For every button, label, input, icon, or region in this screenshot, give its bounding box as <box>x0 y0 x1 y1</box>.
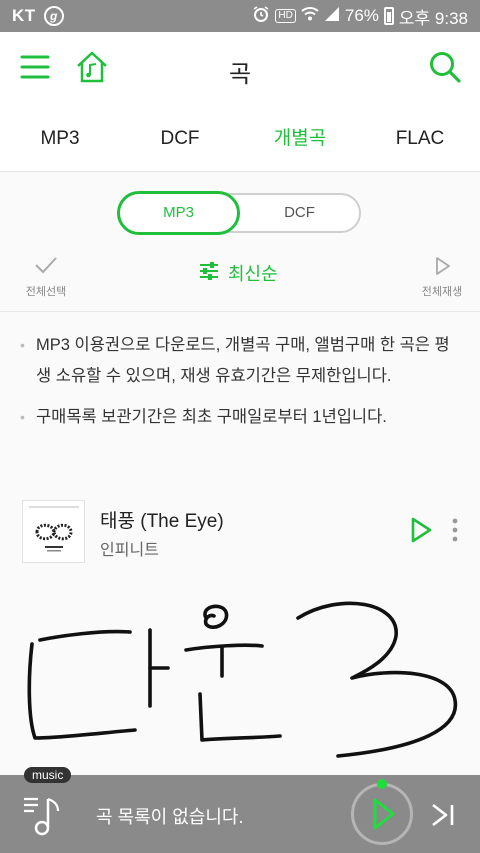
mini-player: music 곡 목록이 없습니다. <box>0 767 480 853</box>
select-all-button[interactable]: 전체선택 <box>14 256 78 299</box>
handwriting-drawing <box>0 588 480 788</box>
check-icon <box>33 257 59 280</box>
song-title: 태풍 (The Eye) <box>100 511 224 532</box>
music-badge: music <box>24 767 72 783</box>
carrier-label: KT <box>12 6 36 25</box>
clock: 오후 9:38 <box>398 8 468 28</box>
play-all-button[interactable]: 전체재생 <box>412 256 472 299</box>
toggle-mp3[interactable]: MP3 <box>117 191 240 235</box>
play-all-label: 전체재생 <box>421 286 463 298</box>
search-icon[interactable] <box>428 50 462 84</box>
song-row[interactable]: 태풍 (The Eye) 인피니트 <box>0 498 480 566</box>
battery-percent: 76% <box>344 6 379 25</box>
wifi-icon <box>301 6 319 27</box>
battery-icon <box>383 7 394 25</box>
content-area: MP3 DCF 전체선택 최신순 전체재생 MP3 이용권으로 다운로드, 개별… <box>0 172 480 812</box>
status-bar: KT g HD 76% 오후 9:38 <box>0 0 480 32</box>
notice-list: MP3 이용권으로 다운로드, 개별곡 구매, 앨범구매 한 곡은 평생 소유할… <box>20 330 460 443</box>
app-header: 곡 <box>0 32 480 106</box>
list-toolbar: 전체선택 최신순 전체재생 <box>0 252 480 310</box>
format-toggle: MP3 DCF <box>117 191 361 235</box>
tab-individual-songs[interactable]: 개별곡 <box>240 106 360 171</box>
g-app-icon: g <box>43 6 64 26</box>
status-left: KT g <box>12 6 64 26</box>
play-outline-icon <box>432 257 452 280</box>
sort-button[interactable]: 최신순 <box>198 260 278 286</box>
playlist-icon[interactable] <box>22 793 64 837</box>
divider <box>0 311 480 312</box>
status-right: HD 76% 오후 9:38 <box>252 4 468 29</box>
album-art <box>22 500 85 563</box>
tab-flac[interactable]: FLAC <box>360 106 480 171</box>
progress-dot <box>377 779 387 789</box>
tab-mp3[interactable]: MP3 <box>0 106 120 171</box>
sort-label: 최신순 <box>228 264 278 284</box>
song-artist: 인피니트 <box>100 542 159 559</box>
select-all-label: 전체선택 <box>25 286 67 298</box>
player-status-text: 곡 목록이 없습니다. <box>96 807 244 827</box>
page-title: 곡 <box>228 61 252 88</box>
notice-item: 구매목록 보관기간은 최초 구매일로부터 1년입니다. <box>20 402 460 433</box>
player-play-button[interactable] <box>351 779 413 845</box>
sliders-icon <box>198 261 220 286</box>
next-track-icon[interactable] <box>428 801 458 829</box>
category-tabs: MP3 DCF 개별곡 FLAC <box>0 106 480 172</box>
notice-item: MP3 이용권으로 다운로드, 개별곡 구매, 앨범구매 한 곡은 평생 소유할… <box>20 330 460 392</box>
signal-icon <box>324 6 340 27</box>
hd-voice-icon: HD <box>275 9 296 23</box>
toggle-dcf[interactable]: DCF <box>240 195 359 231</box>
song-play-icon[interactable] <box>408 516 434 544</box>
tab-dcf[interactable]: DCF <box>120 106 240 171</box>
alarm-icon <box>252 5 270 28</box>
more-options-icon[interactable] <box>447 516 463 544</box>
